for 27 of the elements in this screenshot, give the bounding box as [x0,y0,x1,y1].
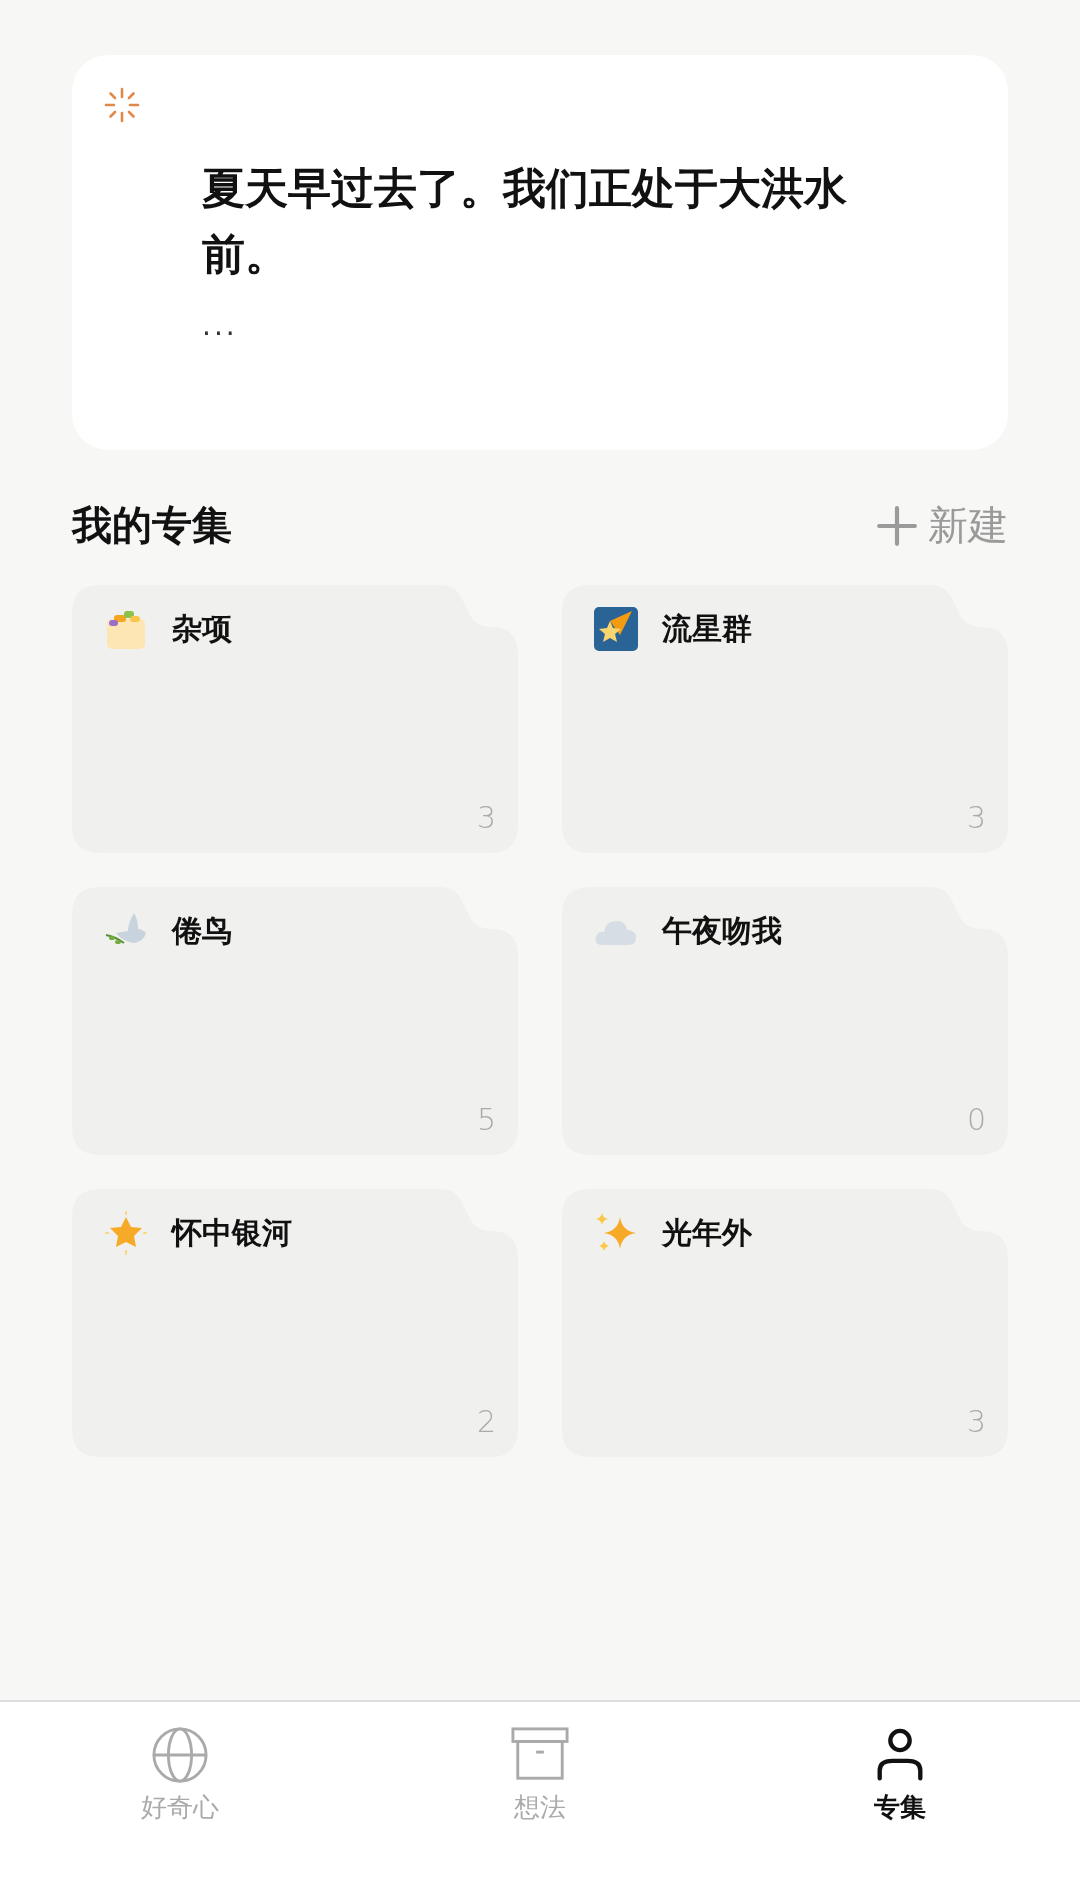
item-count: 3 [476,800,496,835]
more-text: ... [202,309,239,342]
item-count: 0 [966,1102,986,1137]
star-icon [104,1211,148,1255]
folder-card[interactable]: 怀中银河 2 [72,1189,518,1457]
nav-tab[interactable]: 专集 [720,1702,1080,1882]
folder-title: 流星群 [662,609,752,648]
folder-card[interactable]: 杂项 3 [72,585,518,853]
folder-card[interactable]: 倦鸟 5 [72,887,518,1155]
folder-title: 杂项 [172,609,232,648]
section-title: 我的专集 [72,501,232,550]
item-count: 2 [476,1404,496,1439]
folder-card[interactable]: 流星群 3 [562,585,1008,853]
folder-card[interactable]: 午夜吻我 0 [562,887,1008,1155]
folder-title: 光年外 [662,1213,752,1252]
spark-icon [104,87,140,123]
quote-text: 夏天早过去了。我们正处于大洪水前。 [202,162,848,281]
folder-title: 午夜吻我 [662,911,782,950]
folder-title: 怀中银河 [172,1213,292,1252]
globe-icon [151,1726,209,1784]
folder-title: 倦鸟 [172,911,232,950]
folder-card[interactable]: 光年外 3 [562,1189,1008,1457]
quote-card[interactable]: 夏天早过去了。我们正处于大洪水前。 ... [72,55,1008,450]
item-count: 5 [476,1102,496,1137]
item-count: 3 [966,800,986,835]
plus-icon [876,504,918,547]
item-count: 3 [966,1404,986,1439]
